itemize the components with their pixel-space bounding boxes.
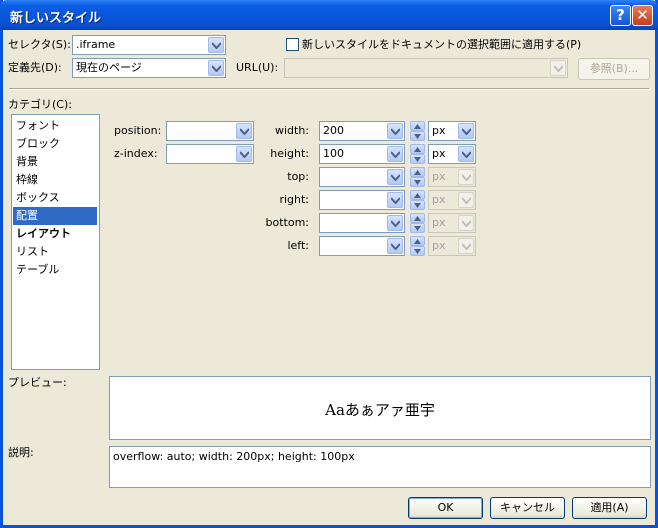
left-spinner[interactable] [410,236,425,256]
top-value-combo[interactable] [319,167,405,187]
bottom-value-combo[interactable] [319,213,405,233]
preview-label: プレビュー: [8,376,67,389]
height-value-combo[interactable]: 100 [319,144,405,164]
chevron-down-icon [458,238,474,254]
chevron-down-icon[interactable] [208,37,224,53]
preview-panel: Aaあぁアァ亜宇 [109,376,651,440]
window-title: 新しいスタイル [10,11,102,26]
apply-to-selection-label: 新しいスタイルをドキュメントの選択範囲に適用する(P) [302,38,582,51]
spin-down-icon[interactable] [410,177,425,187]
spin-up-icon[interactable] [410,213,425,223]
top-spinner[interactable] [410,167,425,187]
spin-down-icon[interactable] [410,246,425,256]
spin-up-icon[interactable] [410,190,425,200]
spin-down-icon[interactable] [410,131,425,141]
list-item[interactable]: テーブル [13,261,97,279]
width-value: 200 [323,124,344,137]
selector-label: セレクタ(S): [8,38,71,51]
description-panel: overflow: auto; width: 200px; height: 10… [109,446,651,488]
define-in-label: 定義先(D): [8,61,62,74]
width-unit: px [432,124,446,137]
chevron-down-icon[interactable] [387,123,403,139]
width-label: width: [274,124,309,137]
left-unit-combo[interactable]: px [428,236,476,256]
spin-up-icon[interactable] [410,144,425,154]
width-spinner[interactable] [410,121,425,141]
chevron-down-icon[interactable] [387,238,403,254]
right-spinner[interactable] [410,190,425,210]
spin-down-icon[interactable] [410,223,425,233]
bottom-spinner[interactable] [410,213,425,233]
spin-up-icon[interactable] [410,167,425,177]
selector-value: .iframe [76,38,116,51]
right-value-combo[interactable] [319,190,405,210]
preview-sample-text: Aaあぁアァ亜宇 [325,401,435,419]
top-label: top: [287,170,309,183]
apply-to-selection-checkbox[interactable] [286,38,299,51]
chevron-down-icon[interactable] [458,146,474,162]
define-in-value: 現在のページ [76,61,142,74]
chevron-down-icon [550,60,566,76]
spin-up-icon[interactable] [410,121,425,131]
left-value-combo[interactable] [319,236,405,256]
chevron-down-icon[interactable] [387,146,403,162]
chevron-down-icon[interactable] [458,123,474,139]
divider [9,88,649,90]
height-value: 100 [323,147,344,160]
bottom-label: bottom: [265,216,310,229]
right-unit: px [432,193,446,206]
help-icon[interactable]: ? [610,5,631,26]
cancel-button[interactable]: キャンセル [490,497,565,519]
height-spinner[interactable] [410,144,425,164]
description-label: 説明: [8,446,34,459]
define-in-combo[interactable]: 現在のページ [72,58,226,78]
width-value-combo[interactable]: 200 [319,121,405,141]
left-label: left: [287,239,309,252]
close-icon[interactable]: ✕ [632,5,653,26]
bottom-unit: px [432,216,446,229]
right-unit-combo[interactable]: px [428,190,476,210]
left-unit: px [432,239,446,252]
chevron-down-icon [458,169,474,185]
new-style-dialog: 新しいスタイル ? ✕ セレクタ(S): .iframe 新しいスタイルをドキュ… [0,0,658,528]
top-unit-combo[interactable]: px [428,167,476,187]
ok-button[interactable]: OK [408,497,483,519]
spin-down-icon[interactable] [410,154,425,164]
title-bar[interactable]: 新しいスタイル ? ✕ [0,0,658,30]
url-combo[interactable] [284,58,568,78]
chevron-down-icon[interactable] [387,215,403,231]
category-label: カテゴリ(C): [8,98,72,111]
chevron-down-icon[interactable] [208,60,224,76]
chevron-down-icon [458,192,474,208]
description-text: overflow: auto; width: 200px; height: 10… [113,450,355,463]
url-label: URL(U): [236,61,279,74]
spin-down-icon[interactable] [410,200,425,210]
chevron-down-icon[interactable] [387,192,403,208]
bottom-unit-combo[interactable]: px [428,213,476,233]
selector-combo[interactable]: .iframe [72,35,226,55]
width-unit-combo[interactable]: px [428,121,476,141]
right-label: right: [279,193,309,206]
height-unit: px [432,147,446,160]
chevron-down-icon[interactable] [387,169,403,185]
browse-button[interactable]: 参照(B)... [578,58,650,80]
spin-up-icon[interactable] [410,236,425,246]
height-unit-combo[interactable]: px [428,144,476,164]
top-unit: px [432,170,446,183]
height-label: height: [270,147,309,160]
chevron-down-icon [458,215,474,231]
apply-button[interactable]: 適用(A) [572,497,647,519]
